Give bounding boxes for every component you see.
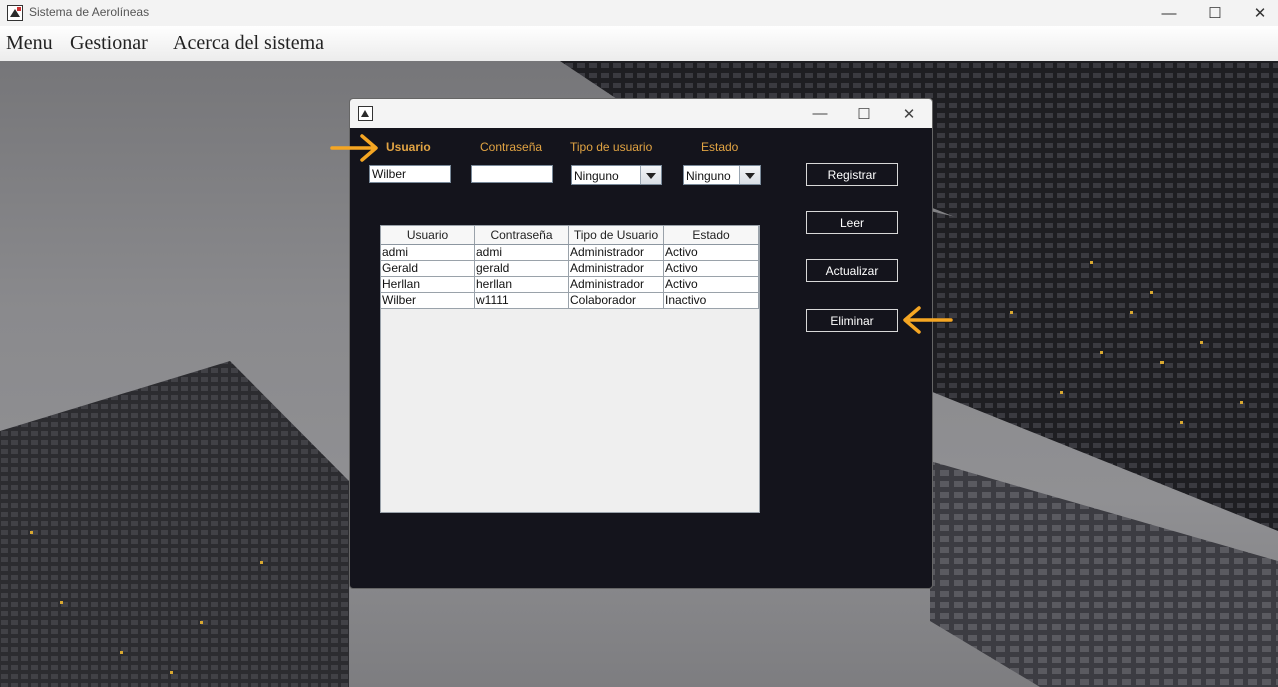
tipo-usuario-select[interactable]: Ninguno: [571, 165, 662, 185]
annotation-arrow-left-icon: [903, 306, 953, 334]
table-row[interactable]: Herllan herllan Administrador Activo: [381, 277, 759, 293]
annotation-arrow-right-icon: [330, 134, 378, 162]
table-cell: Colaborador: [569, 293, 664, 309]
eliminar-button[interactable]: Eliminar: [806, 309, 898, 332]
actualizar-button[interactable]: Actualizar: [806, 259, 898, 282]
table-header: Usuario Contraseña Tipo de Usuario Estad…: [381, 226, 759, 245]
frame-close-button[interactable]: ✕: [887, 99, 931, 128]
label-tipo-usuario: Tipo de usuario: [570, 140, 653, 154]
table-cell: gerald: [475, 261, 569, 277]
label-estado: Estado: [701, 140, 739, 154]
estado-value: Ninguno: [686, 169, 731, 183]
leer-button[interactable]: Leer: [806, 211, 898, 234]
table-cell: Wilber: [381, 293, 475, 309]
chevron-down-icon[interactable]: [739, 166, 760, 184]
table-cell: Administrador: [569, 277, 664, 293]
table-cell: Gerald: [381, 261, 475, 277]
window-title: Sistema de Aerolíneas: [29, 5, 150, 19]
table-row[interactable]: Gerald gerald Administrador Activo: [381, 261, 759, 277]
menu-item-gestionar[interactable]: Gestionar: [70, 32, 148, 55]
table-cell: w1111: [475, 293, 569, 309]
main-titlebar: Sistema de Aerolíneas — ☐ ✕: [0, 0, 1278, 26]
registrar-button[interactable]: Registrar: [806, 163, 898, 186]
frame-maximize-button[interactable]: ☐: [842, 99, 886, 128]
table-cell: Herllan: [381, 277, 475, 293]
label-contrasena: Contraseña: [480, 140, 543, 154]
table-cell: admi: [475, 245, 569, 261]
table-cell: Inactivo: [664, 293, 759, 309]
menubar: Menu Gestionar Acerca del sistema: [0, 26, 1278, 62]
menu-item-acerca[interactable]: Acerca del sistema: [173, 32, 324, 55]
minimize-button[interactable]: —: [1146, 0, 1192, 26]
close-button[interactable]: ✕: [1237, 0, 1278, 26]
usuario-input[interactable]: Wilber: [369, 165, 451, 183]
menu-item-menu[interactable]: Menu: [6, 32, 53, 55]
table-cell: Activo: [664, 261, 759, 277]
column-header-tipo[interactable]: Tipo de Usuario: [569, 226, 664, 244]
contrasena-input[interactable]: [471, 165, 553, 183]
table-cell: Administrador: [569, 245, 664, 261]
tipo-usuario-value: Ninguno: [574, 169, 619, 183]
column-header-contrasena[interactable]: Contraseña: [475, 226, 569, 244]
app-icon: [7, 5, 23, 21]
frame-app-icon: [358, 106, 373, 121]
frame-titlebar: — ☐ ✕: [350, 99, 932, 128]
maximize-button[interactable]: ☐: [1192, 0, 1238, 26]
column-header-usuario[interactable]: Usuario: [381, 226, 475, 244]
table-row[interactable]: Wilber w1111 Colaborador Inactivo: [381, 293, 759, 309]
column-header-estado[interactable]: Estado: [664, 226, 759, 244]
label-usuario: Usuario: [386, 140, 431, 154]
table-cell: Activo: [664, 277, 759, 293]
frame-minimize-button[interactable]: —: [798, 99, 842, 128]
chevron-down-icon[interactable]: [640, 166, 661, 184]
user-management-frame: — ☐ ✕ Usuario Contraseña Tipo de usuario…: [349, 98, 933, 589]
table-cell: admi: [381, 245, 475, 261]
users-table[interactable]: Usuario Contraseña Tipo de Usuario Estad…: [380, 225, 760, 513]
table-row[interactable]: admi admi Administrador Activo: [381, 245, 759, 261]
table-cell: herllan: [475, 277, 569, 293]
estado-select[interactable]: Ninguno: [683, 165, 761, 185]
table-cell: Administrador: [569, 261, 664, 277]
table-cell: Activo: [664, 245, 759, 261]
